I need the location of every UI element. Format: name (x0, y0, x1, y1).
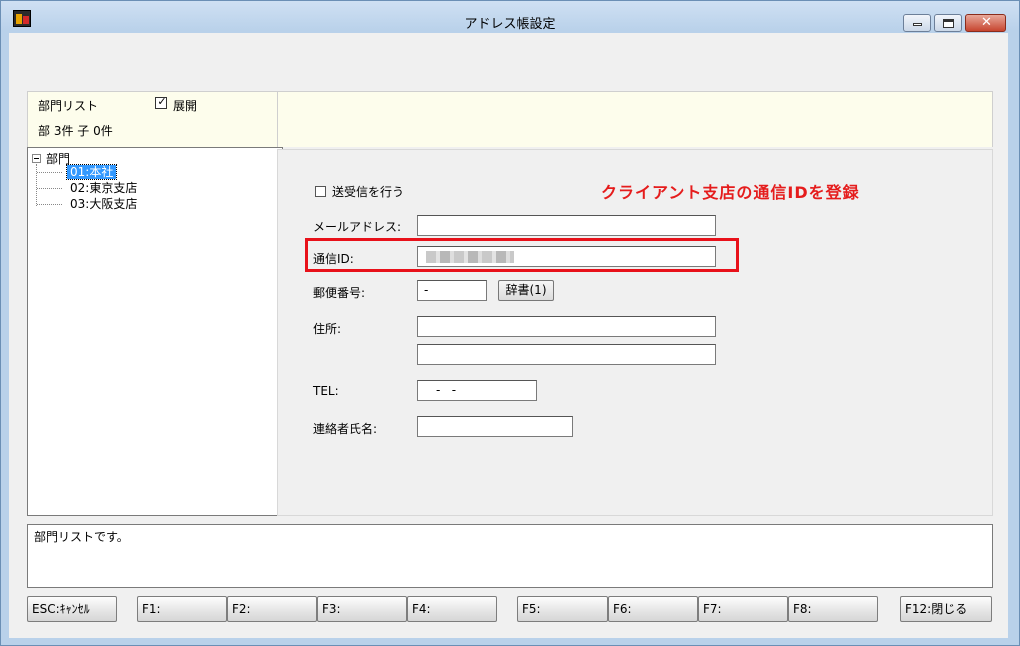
f4-button[interactable]: F4: (407, 596, 497, 622)
client-area: 部門リスト ✓ 展開 部 3件 子 0件 部門 01:本社 02:東京支店 03… (9, 33, 1008, 638)
window-title: アドレス帳設定 (464, 17, 556, 32)
postal-code-field[interactable]: - (417, 280, 487, 301)
email-field[interactable] (417, 215, 716, 236)
tree-connector (37, 188, 62, 189)
title-bar[interactable]: アドレス帳設定 ✕ (1, 1, 1019, 32)
dept-count: 部 3件 子 0件 (38, 124, 113, 138)
f5-button[interactable]: F5: (517, 596, 608, 622)
dept-list-header: 部門リスト ✓ 展開 部 3件 子 0件 (27, 91, 283, 147)
close-window-button[interactable]: ✕ (965, 14, 1006, 32)
tel-label: TEL: (313, 384, 339, 398)
contact-name-field[interactable] (417, 416, 573, 437)
address-label: 住所: (313, 322, 342, 336)
app-window: アドレス帳設定 ✕ 部門リスト ✓ 展開 部 3件 子 0件 部門 01:本社 … (0, 0, 1020, 646)
f12-close-button[interactable]: F12:閉じる (900, 596, 992, 622)
comm-id-field[interactable] (417, 246, 716, 267)
send-receive-label[interactable]: 送受信を行う (332, 183, 404, 200)
esc-cancel-button[interactable]: ESC:ｷｬﾝｾﾙ (27, 596, 117, 622)
f2-button[interactable]: F2: (227, 596, 317, 622)
tree-connector (36, 164, 37, 206)
expand-label[interactable]: 展開 (173, 97, 197, 114)
postal-label: 郵便番号: (313, 286, 366, 300)
dept-tree[interactable]: 部門 01:本社 02:東京支店 03:大阪支店 (27, 147, 283, 516)
dept-list-label: 部門リスト (38, 99, 99, 113)
comm-id-label: 通信ID: (313, 252, 354, 266)
tree-node-honsha[interactable]: 01:本社 (65, 164, 118, 180)
contact-name-label: 連絡者氏名: (313, 422, 378, 436)
tel-field[interactable]: - - (417, 380, 537, 401)
minimize-icon (913, 23, 922, 26)
detail-form: 送受信を行う クライアント支店の通信IDを登録 メールアドレス: 通信ID: 郵… (277, 149, 993, 516)
tree-collapse-icon[interactable] (32, 154, 41, 163)
message-box: 部門リストです。 (27, 524, 993, 588)
tree-connector (37, 172, 62, 173)
tree-node-tokyo[interactable]: 02:東京支店 (67, 181, 140, 195)
annotation-text: クライアント支店の通信IDを登録 (601, 183, 860, 202)
address-line2-field[interactable] (417, 344, 716, 365)
f3-button[interactable]: F3: (317, 596, 407, 622)
message-text: 部門リストです。 (34, 530, 129, 544)
send-receive-checkbox[interactable] (315, 186, 326, 197)
dictionary-button[interactable]: 辞書(1) (498, 280, 554, 301)
maximize-icon (943, 19, 954, 28)
f8-button[interactable]: F8: (788, 596, 878, 622)
maximize-button[interactable] (934, 14, 962, 32)
redacted-value (426, 251, 514, 263)
tree-connector (37, 204, 62, 205)
f7-button[interactable]: F7: (698, 596, 788, 622)
detail-header (277, 91, 993, 147)
email-label: メールアドレス: (313, 220, 402, 234)
close-icon: ✕ (981, 15, 992, 30)
address-line1-field[interactable] (417, 316, 716, 337)
minimize-button[interactable] (903, 14, 931, 32)
checkmark-icon: ✓ (157, 95, 167, 108)
tree-node-osaka[interactable]: 03:大阪支店 (67, 197, 140, 211)
f1-button[interactable]: F1: (137, 596, 227, 622)
f6-button[interactable]: F6: (608, 596, 698, 622)
expand-checkbox[interactable]: ✓ (155, 95, 167, 109)
